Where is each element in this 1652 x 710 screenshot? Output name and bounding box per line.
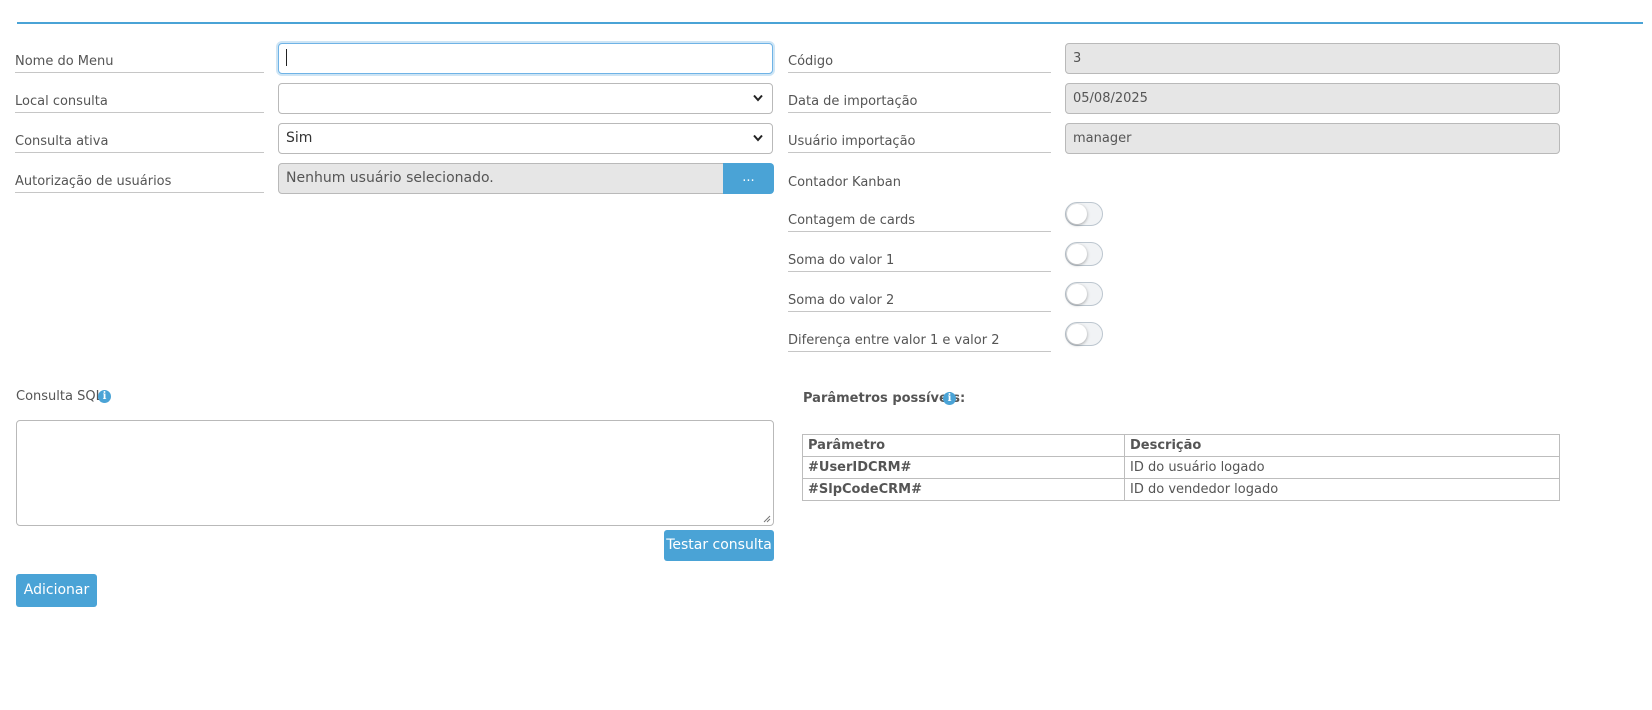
usuario-importacao-value: manager — [1073, 131, 1132, 146]
data-importacao-label: Data de importação — [788, 93, 1051, 113]
consulta-sql-textarea[interactable] — [16, 420, 774, 526]
autorizacao-value: Nenhum usuário selecionado. — [286, 170, 494, 186]
top-divider — [17, 22, 1643, 24]
menu-name-input[interactable] — [278, 43, 773, 74]
info-icon[interactable]: i — [98, 390, 111, 403]
codigo-value: 3 — [1073, 51, 1082, 66]
column-header-parametro: Parâmetro — [802, 434, 1125, 457]
toggle-diferenca-valores[interactable] — [1065, 322, 1103, 346]
codigo-field: 3 — [1065, 43, 1560, 74]
consulta-ativa-label: Consulta ativa — [15, 133, 264, 153]
table-row: #UserIDCRM# ID do usuário logado — [802, 456, 1560, 479]
toggle-label-soma1: Soma do valor 1 — [788, 252, 1051, 272]
consulta-sql-label: Consulta SQL — [16, 389, 103, 404]
toggle-soma-valor-1[interactable] — [1065, 242, 1103, 266]
description-cell: ID do usuário logado — [1124, 456, 1560, 479]
chevron-down-icon — [753, 134, 763, 142]
data-importacao-field: 05/08/2025 — [1065, 83, 1560, 114]
parametros-heading: Parâmetros possíveis: — [803, 391, 966, 406]
column-header-descricao: Descrição — [1124, 434, 1560, 457]
select-users-button[interactable]: ... — [723, 163, 774, 194]
table-header-row: Parâmetro Descrição — [802, 434, 1560, 457]
parametros-table: Parâmetro Descrição #UserIDCRM# ID do us… — [802, 434, 1560, 501]
info-icon[interactable]: i — [943, 392, 956, 405]
toggle-label-soma2: Soma do valor 2 — [788, 292, 1051, 312]
codigo-label: Código — [788, 53, 1051, 73]
autorizacao-label: Autorização de usuários — [15, 173, 264, 193]
data-importacao-value: 05/08/2025 — [1073, 91, 1148, 106]
param-cell: #SlpCodeCRM# — [802, 478, 1125, 501]
contador-kanban-heading: Contador Kanban — [788, 175, 901, 190]
resize-grip-icon[interactable] — [763, 515, 771, 523]
toggle-label-contagem: Contagem de cards — [788, 212, 1051, 232]
toggle-soma-valor-2[interactable] — [1065, 282, 1103, 306]
text-caret — [286, 48, 287, 66]
param-cell: #UserIDCRM# — [802, 456, 1125, 479]
toggle-knob — [1067, 284, 1087, 304]
usuario-importacao-label: Usuário importação — [788, 133, 1051, 153]
consulta-ativa-value: Sim — [286, 130, 313, 146]
toggle-label-diferenca: Diferença entre valor 1 e valor 2 — [788, 332, 1051, 352]
toggle-contagem-cards[interactable] — [1065, 202, 1103, 226]
local-consulta-select[interactable] — [278, 83, 773, 114]
adicionar-button[interactable]: Adicionar — [16, 574, 97, 607]
chevron-down-icon — [753, 94, 763, 102]
toggle-knob — [1067, 244, 1087, 264]
usuario-importacao-field: manager — [1065, 123, 1560, 154]
testar-consulta-button[interactable]: Testar consulta — [664, 530, 774, 561]
local-consulta-label: Local consulta — [15, 93, 264, 113]
table-row: #SlpCodeCRM# ID do vendedor logado — [802, 478, 1560, 501]
autorizacao-field: Nenhum usuário selecionado. — [278, 163, 724, 194]
description-cell: ID do vendedor logado — [1124, 478, 1560, 501]
toggle-knob — [1067, 324, 1087, 344]
consulta-ativa-select[interactable]: Sim — [278, 123, 773, 154]
menu-name-label: Nome do Menu — [15, 53, 264, 73]
toggle-knob — [1067, 204, 1087, 224]
